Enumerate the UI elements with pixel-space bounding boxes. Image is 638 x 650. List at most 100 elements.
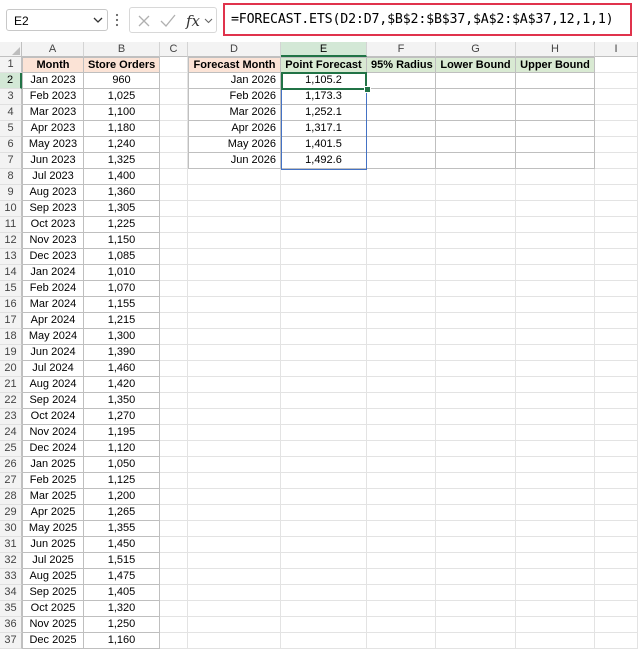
row-header[interactable]: 16 [0, 297, 22, 313]
cell[interactable] [188, 537, 281, 553]
row-header[interactable]: 28 [0, 489, 22, 505]
cell[interactable] [436, 505, 516, 521]
cell[interactable] [281, 505, 367, 521]
column-header-f[interactable]: F [367, 42, 436, 57]
radius-cell[interactable] [367, 121, 436, 137]
history-month-cell[interactable]: May 2023 [22, 137, 84, 153]
cell[interactable] [436, 521, 516, 537]
cell[interactable] [516, 169, 595, 185]
cell[interactable] [367, 345, 436, 361]
cell[interactable] [188, 361, 281, 377]
history-month-cell[interactable]: Dec 2023 [22, 249, 84, 265]
history-orders-cell[interactable]: 1,120 [84, 441, 160, 457]
row-header[interactable]: 18 [0, 329, 22, 345]
history-orders-cell[interactable]: 960 [84, 73, 160, 89]
cell[interactable] [516, 185, 595, 201]
history-month-cell[interactable]: Feb 2025 [22, 473, 84, 489]
history-orders-cell[interactable]: 1,305 [84, 201, 160, 217]
cell[interactable] [516, 313, 595, 329]
cell[interactable] [188, 217, 281, 233]
history-month-cell[interactable]: Dec 2025 [22, 633, 84, 649]
history-month-cell[interactable]: Nov 2025 [22, 617, 84, 633]
cell[interactable] [436, 473, 516, 489]
history-orders-cell[interactable]: 1,350 [84, 393, 160, 409]
cell[interactable] [595, 169, 638, 185]
cell[interactable] [188, 585, 281, 601]
cell[interactable] [160, 409, 188, 425]
row-header[interactable]: 2 [0, 73, 22, 89]
history-month-cell[interactable]: Oct 2024 [22, 409, 84, 425]
cell[interactable] [595, 633, 638, 649]
history-orders-cell[interactable]: 1,475 [84, 569, 160, 585]
history-month-cell[interactable]: Sep 2023 [22, 201, 84, 217]
cell[interactable] [595, 233, 638, 249]
history-orders-cell[interactable]: 1,320 [84, 601, 160, 617]
cell[interactable] [367, 201, 436, 217]
row-header[interactable]: 15 [0, 281, 22, 297]
point-forecast-cell[interactable]: 1,401.5 [281, 137, 367, 153]
history-orders-cell[interactable]: 1,300 [84, 329, 160, 345]
history-orders-cell[interactable]: 1,400 [84, 169, 160, 185]
column-header-b[interactable]: B [84, 42, 160, 57]
upper-bound-cell[interactable] [516, 105, 595, 121]
header-95-radius[interactable]: 95% Radius [367, 57, 436, 73]
cell[interactable] [436, 217, 516, 233]
cell[interactable] [188, 601, 281, 617]
cell[interactable] [595, 473, 638, 489]
cell[interactable] [367, 313, 436, 329]
cell[interactable] [436, 537, 516, 553]
history-month-cell[interactable]: Feb 2024 [22, 281, 84, 297]
point-forecast-cell[interactable]: 1,173.3 [281, 89, 367, 105]
cell[interactable] [160, 169, 188, 185]
cell[interactable] [436, 329, 516, 345]
cell[interactable] [188, 313, 281, 329]
cell[interactable] [367, 473, 436, 489]
cell[interactable] [367, 249, 436, 265]
cell[interactable] [160, 185, 188, 201]
cell[interactable] [595, 201, 638, 217]
cell[interactable] [516, 393, 595, 409]
row-header[interactable]: 26 [0, 457, 22, 473]
cell[interactable] [595, 457, 638, 473]
cell[interactable] [516, 233, 595, 249]
cell[interactable] [160, 265, 188, 281]
cell[interactable] [160, 457, 188, 473]
history-month-cell[interactable]: Aug 2023 [22, 185, 84, 201]
cell[interactable] [281, 409, 367, 425]
row-header[interactable]: 36 [0, 617, 22, 633]
cell[interactable] [367, 489, 436, 505]
cell[interactable] [436, 633, 516, 649]
cell[interactable] [436, 393, 516, 409]
cell[interactable] [595, 89, 638, 105]
cell[interactable] [367, 169, 436, 185]
cell[interactable] [367, 601, 436, 617]
cell[interactable] [188, 521, 281, 537]
history-month-cell[interactable]: Jan 2025 [22, 457, 84, 473]
cell[interactable] [160, 137, 188, 153]
cell[interactable] [436, 233, 516, 249]
cell[interactable] [160, 361, 188, 377]
column-header-e[interactable]: E [281, 42, 367, 57]
cell[interactable] [188, 297, 281, 313]
cell[interactable] [281, 617, 367, 633]
cell[interactable] [595, 377, 638, 393]
cell[interactable] [436, 313, 516, 329]
lower-bound-cell[interactable] [436, 89, 516, 105]
forecast-month-cell[interactable]: Jun 2026 [188, 153, 281, 169]
cell[interactable] [160, 297, 188, 313]
row-header[interactable]: 32 [0, 553, 22, 569]
header-month[interactable]: Month [22, 57, 84, 73]
history-month-cell[interactable]: Jul 2025 [22, 553, 84, 569]
cell[interactable] [281, 345, 367, 361]
header-point-forecast[interactable]: Point Forecast [281, 57, 367, 73]
cell[interactable] [595, 441, 638, 457]
cell[interactable] [281, 457, 367, 473]
cell[interactable] [516, 201, 595, 217]
cell[interactable] [188, 489, 281, 505]
cell[interactable] [595, 585, 638, 601]
row-header[interactable]: 12 [0, 233, 22, 249]
cell[interactable] [281, 521, 367, 537]
history-month-cell[interactable]: Apr 2024 [22, 313, 84, 329]
cell[interactable] [188, 617, 281, 633]
history-orders-cell[interactable]: 1,390 [84, 345, 160, 361]
